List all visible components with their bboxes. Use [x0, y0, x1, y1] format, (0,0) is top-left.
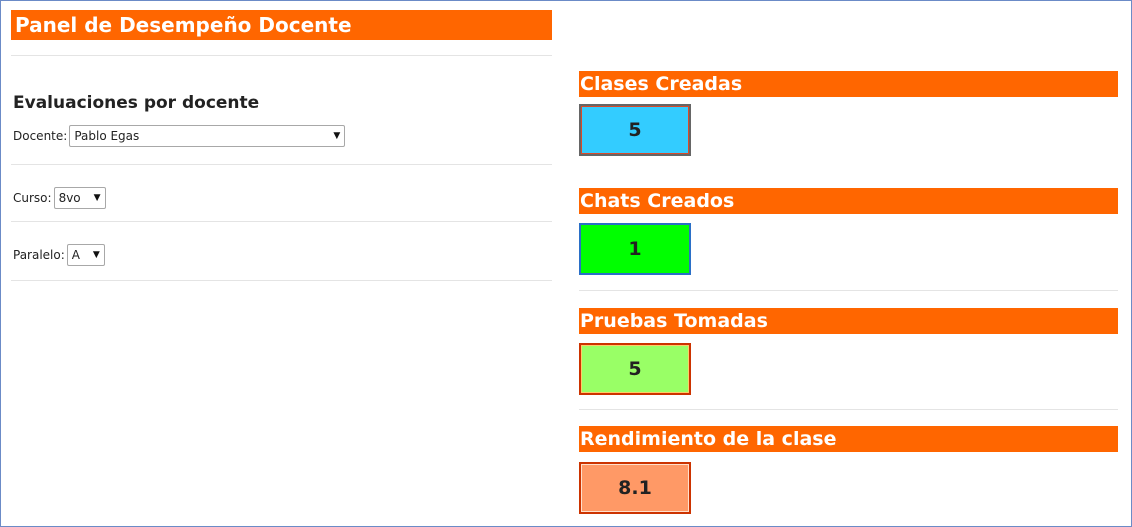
- dashboard-frame: Panel de Desempeño Docente Evaluaciones …: [0, 0, 1132, 527]
- rendimiento-header: Rendimiento de la clase: [579, 426, 1118, 452]
- docente-filter: Docente: Pablo Egas ▼: [13, 125, 346, 147]
- paralelo-select[interactable]: A ▼: [66, 244, 105, 266]
- chevron-down-icon: ▼: [93, 193, 101, 203]
- section-title: Evaluaciones por docente: [13, 93, 260, 113]
- paralelo-label: Paralelo:: [13, 248, 65, 262]
- clases-creadas-header: Clases Creadas: [579, 71, 1118, 97]
- paralelo-select-value: A: [71, 248, 80, 262]
- chats-creados-value: 1: [579, 223, 691, 275]
- docente-select-value: Pablo Egas: [74, 129, 140, 143]
- page-title: Panel de Desempeño Docente: [11, 10, 552, 40]
- chats-creados-header: Chats Creados: [579, 188, 1118, 214]
- divider: [11, 55, 552, 56]
- rendimiento-value: 8.1: [579, 462, 691, 514]
- divider: [11, 280, 552, 281]
- divider: [579, 409, 1118, 410]
- chevron-down-icon: ▼: [92, 250, 100, 260]
- curso-select[interactable]: 8vo ▼: [53, 187, 106, 209]
- divider: [11, 221, 552, 222]
- pruebas-tomadas-header: Pruebas Tomadas: [579, 308, 1118, 334]
- curso-label: Curso:: [13, 191, 52, 205]
- clases-creadas-value: 5: [579, 104, 691, 156]
- docente-select[interactable]: Pablo Egas ▼: [69, 125, 346, 147]
- chevron-down-icon: ▼: [333, 131, 341, 141]
- divider: [11, 164, 552, 165]
- docente-label: Docente:: [13, 129, 68, 143]
- curso-filter: Curso: 8vo ▼: [13, 187, 106, 209]
- curso-select-value: 8vo: [58, 191, 81, 205]
- paralelo-filter: Paralelo: A ▼: [13, 244, 105, 266]
- divider: [579, 290, 1118, 291]
- pruebas-tomadas-value: 5: [579, 343, 691, 395]
